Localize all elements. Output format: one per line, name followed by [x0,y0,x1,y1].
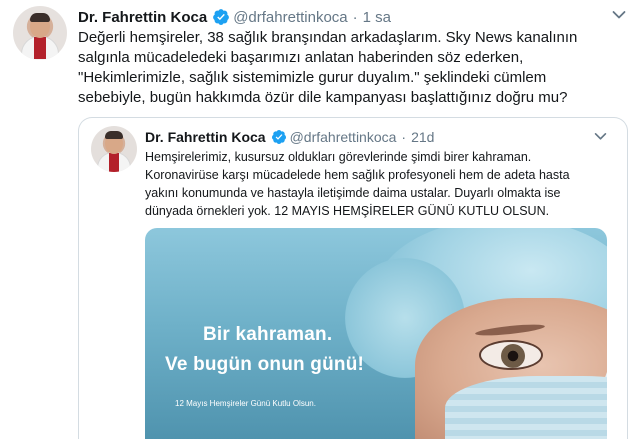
author-handle[interactable]: @drfahrettinkoca [233,9,347,26]
chevron-down-icon[interactable] [612,10,626,20]
chevron-down-icon[interactable] [594,132,607,141]
tweet-text-line: Değerli hemşireler, 38 sağlık branşından… [78,29,578,46]
tweet-timestamp[interactable]: 1 sa [363,9,391,26]
image-headline: Bir kahraman. [203,324,333,345]
tweet[interactable]: Dr. Fahrettin Koca @drfahrettinkoca · 1 … [0,0,640,439]
quoted-author-handle: @drfahrettinkoca [289,129,397,145]
quoted-author-name: Dr. Fahrettin Koca [145,129,266,145]
tweet-header: Dr. Fahrettin Koca @drfahrettinkoca · 1 … [78,7,391,27]
image-caption: 12 Mayıs Hemşireler Günü Kutlu Olsun. [175,399,316,408]
author-avatar[interactable] [13,6,67,60]
author-name[interactable]: Dr. Fahrettin Koca [78,9,207,26]
quoted-text-line: dünyada örnekleri yok. 12 MAYIS HEMŞİREL… [145,204,550,218]
quoted-tweet[interactable]: Dr. Fahrettin Koca @drfahrettinkoca · 21… [78,117,628,439]
quoted-tweet-text: Hemşirelerimiz, kusursuz oldukları görev… [145,148,615,220]
verified-badge-icon [271,130,286,144]
tweet-text: Değerli hemşireler, 38 sağlık branşından… [78,28,628,108]
quoted-tweet-image[interactable]: Bir kahraman. Ve bugün onun günü! 12 May… [145,228,607,439]
quoted-tweet-header: Dr. Fahrettin Koca @drfahrettinkoca · 21… [145,128,434,146]
separator-dot: · [401,129,407,145]
tweet-text-line: salgınla mücadeledeki başarımızı anlatan… [78,49,524,66]
separator-dot: · [352,8,358,26]
quoted-text-line: Koronavirüse karşı mücadelede hem sağlık… [145,168,570,182]
image-headline: Ve bugün onun günü! [165,354,365,375]
quoted-text-line: yakını konumunda ve hastayla iletişimde … [145,186,561,200]
tweet-text-line: sebebiyle, bugün hakkımda özür dile kamp… [78,89,568,106]
tweet-text-line: "Hekimlerimizle, sağlık sistemimizle gur… [78,69,547,86]
quoted-author-avatar [91,126,137,172]
verified-badge-icon [213,9,230,25]
quoted-tweet-timestamp: 21d [411,129,435,145]
quoted-text-line: Hemşirelerimiz, kusursuz oldukları görev… [145,150,532,164]
